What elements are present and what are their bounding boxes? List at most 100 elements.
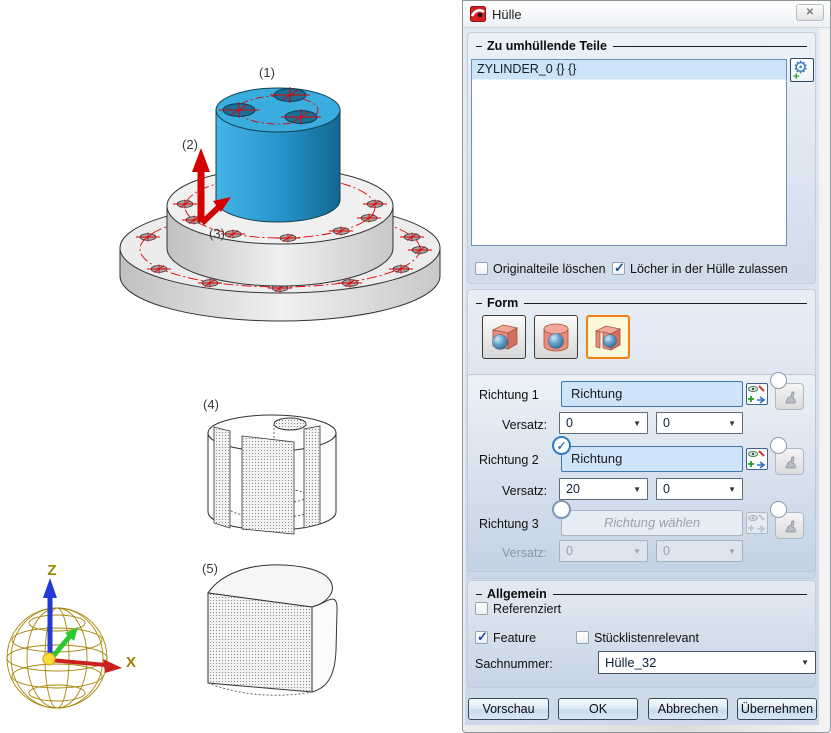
dropdown-arrow-icon: ▼ <box>633 419 641 428</box>
check-icon: ✓ <box>614 260 625 276</box>
combo-value: 20 <box>566 482 580 496</box>
checkbox-box[interactable] <box>475 602 488 615</box>
dropdown-arrow-icon: ▼ <box>728 485 736 494</box>
versatz3-label: Versatz: <box>502 546 547 560</box>
dialog-content: Zu umhüllende Teile ZYLINDER_0 {} {} ⚙ +… <box>465 28 819 725</box>
callout-1: (1) <box>259 65 275 80</box>
combo-value: 0 <box>566 416 573 430</box>
axis-label-x: X <box>126 654 136 671</box>
checkbox-delete-originals[interactable]: Originalteile löschen <box>475 261 606 276</box>
axis-label-z: Z <box>47 562 56 579</box>
hull-box-icon <box>486 319 522 355</box>
versatz1-label: Versatz: <box>502 418 547 432</box>
close-icon[interactable]: ✕ <box>796 4 824 21</box>
callout-5: (5) <box>202 561 218 576</box>
direction2-field[interactable]: Richtung <box>561 446 743 472</box>
list-item[interactable]: ZYLINDER_0 {} {} <box>472 60 786 80</box>
hand-tool-icon <box>782 518 798 534</box>
versatz2-combo-b[interactable]: 0 ▼ <box>656 478 743 500</box>
checkbox-box[interactable]: ✓ <box>612 262 625 275</box>
checkbox-box[interactable] <box>475 262 488 275</box>
form-option-contour[interactable] <box>586 315 630 359</box>
form-option-box[interactable] <box>482 315 526 359</box>
sketch-cut-cylinder[interactable] <box>208 565 337 695</box>
versatz1-combo-b[interactable]: 0 ▼ <box>656 412 743 434</box>
callout-3: (3) <box>209 226 225 241</box>
checkbox-label: Stücklistenrelevant <box>594 631 699 645</box>
hand-tool-icon <box>782 454 798 470</box>
axis-origin-ball <box>43 653 55 665</box>
checkbox-referenziert[interactable]: Referenziert <box>475 601 561 616</box>
checkbox-box[interactable] <box>576 631 589 644</box>
checkbox-label: Löcher in der Hülle zulassen <box>630 262 788 276</box>
app-icon <box>470 6 486 22</box>
pick-direction-icon <box>747 513 767 533</box>
part-options-button[interactable]: ⚙ + <box>790 58 814 82</box>
check-icon: ✓ <box>556 439 566 453</box>
hülle-dialog: Hülle ✕ Zu umhüllende Teile ZYLINDER_0 {… <box>462 0 831 733</box>
combo-value: 0 <box>663 416 670 430</box>
dropdown-arrow-icon: ▼ <box>728 547 736 556</box>
hull-cylinder-icon <box>538 319 574 355</box>
direction3-grip-circle[interactable] <box>770 501 787 518</box>
direction3-field[interactable]: Richtung wählen <box>561 510 743 536</box>
versatz3-combo-b[interactable]: 0 ▼ <box>656 540 743 562</box>
pick-direction-icon <box>747 384 767 404</box>
callout-2: (2) <box>182 137 198 152</box>
check-icon: ✓ <box>477 629 488 645</box>
combo-value: 0 <box>566 544 573 558</box>
direction3-pick-button[interactable] <box>746 512 768 534</box>
checkbox-label: Feature <box>493 631 536 645</box>
sachnummer-label: Sachnummer: <box>475 657 553 671</box>
direction1-label: Richtung 1 <box>479 388 539 402</box>
orientation-sphere <box>7 608 107 708</box>
dialog-title: Hülle <box>492 7 522 22</box>
dropdown-arrow-icon: ▼ <box>633 485 641 494</box>
checkbox-label: Referenziert <box>493 602 561 616</box>
checkbox-stuecklistenrelevant[interactable]: Stücklistenrelevant <box>576 630 699 645</box>
combo-value: Hülle_32 <box>605 655 656 670</box>
direction1-grip-circle[interactable] <box>770 372 787 389</box>
versatz2-label: Versatz: <box>502 484 547 498</box>
direction2-grip-circle[interactable] <box>770 437 787 454</box>
ok-button[interactable]: OK <box>558 698 638 720</box>
direction1-field[interactable]: Richtung <box>561 381 743 407</box>
group-general-title: Allgemein <box>487 587 553 601</box>
checkbox-label: Originalteile löschen <box>493 262 606 276</box>
direction3-empty-badge[interactable] <box>552 500 571 519</box>
direction2-checked-badge[interactable]: ✓ <box>552 436 571 455</box>
uebernehmen-button[interactable]: Übernehmen <box>737 698 817 720</box>
dropdown-arrow-icon: ▼ <box>633 547 641 556</box>
plus-icon: + <box>793 71 799 83</box>
checkbox-box[interactable]: ✓ <box>475 631 488 644</box>
form-option-cylinder[interactable] <box>534 315 578 359</box>
axis-y-arrow <box>50 627 78 660</box>
checkbox-feature[interactable]: ✓ Feature <box>475 630 536 645</box>
dialog-titlebar[interactable]: Hülle ✕ <box>463 1 830 28</box>
direction2-label: Richtung 2 <box>479 453 539 467</box>
parts-list[interactable]: ZYLINDER_0 {} {} <box>471 59 787 246</box>
checkbox-allow-holes[interactable]: ✓ Löcher in der Hülle zulassen <box>612 261 788 276</box>
direction2-pick-button[interactable] <box>746 448 768 470</box>
combo-value: 0 <box>663 482 670 496</box>
hand-tool-icon <box>782 389 798 405</box>
sketch-slotted-cylinder[interactable] <box>208 415 336 534</box>
combo-value: 0 <box>663 544 670 558</box>
pick-direction-icon <box>747 449 767 469</box>
group-form-title: Form <box>487 296 524 310</box>
versatz2-combo-a[interactable]: 20 ▼ <box>559 478 648 500</box>
sachnummer-combo[interactable]: Hülle_32 ▼ <box>598 651 816 674</box>
versatz3-combo-a[interactable]: 0 ▼ <box>559 540 648 562</box>
hull-contour-icon <box>590 319 626 355</box>
dropdown-arrow-icon: ▼ <box>801 658 809 667</box>
group-parts-title: Zu umhüllende Teile <box>487 39 613 53</box>
callout-4: (4) <box>203 397 219 412</box>
dropdown-arrow-icon: ▼ <box>728 419 736 428</box>
direction1-pick-button[interactable] <box>746 383 768 405</box>
versatz1-combo-a[interactable]: 0 ▼ <box>559 412 648 434</box>
vorschau-button[interactable]: Vorschau <box>468 698 549 720</box>
cad-viewport: (1) (2) (3) (4) (5) <box>0 0 462 733</box>
model-cylinder[interactable] <box>216 87 340 222</box>
abbrechen-button[interactable]: Abbrechen <box>648 698 728 720</box>
direction3-label: Richtung 3 <box>479 517 539 531</box>
